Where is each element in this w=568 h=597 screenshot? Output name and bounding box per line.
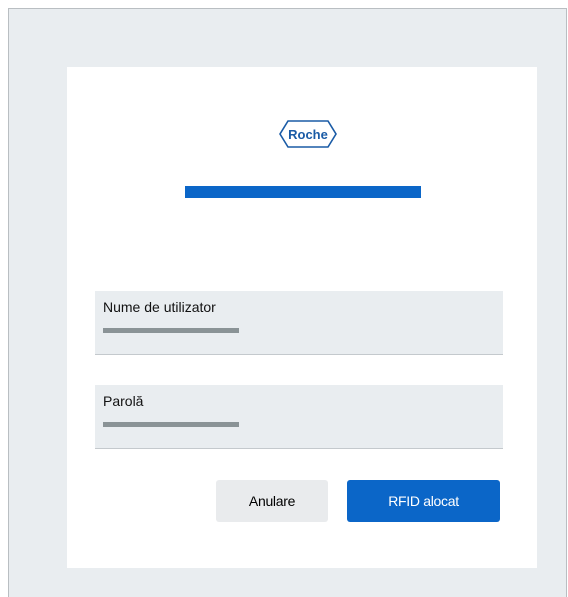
username-label: Nume de utilizator xyxy=(103,299,216,315)
roche-logo-text: Roche xyxy=(288,127,328,142)
password-field[interactable]: Parolă xyxy=(95,385,503,449)
username-value-placeholder xyxy=(103,328,239,333)
login-window: Roche Nume de utilizator Parolă Anulare … xyxy=(8,8,567,597)
loading-bar xyxy=(185,186,421,198)
password-value-placeholder xyxy=(103,422,239,427)
rfid-assigned-button[interactable]: RFID alocat xyxy=(347,480,500,522)
password-label: Parolă xyxy=(103,393,144,409)
cancel-button[interactable]: Anulare xyxy=(216,480,328,522)
roche-logo: Roche xyxy=(279,119,337,149)
username-field[interactable]: Nume de utilizator xyxy=(95,291,503,355)
login-card: Roche Nume de utilizator Parolă Anulare … xyxy=(67,67,537,568)
